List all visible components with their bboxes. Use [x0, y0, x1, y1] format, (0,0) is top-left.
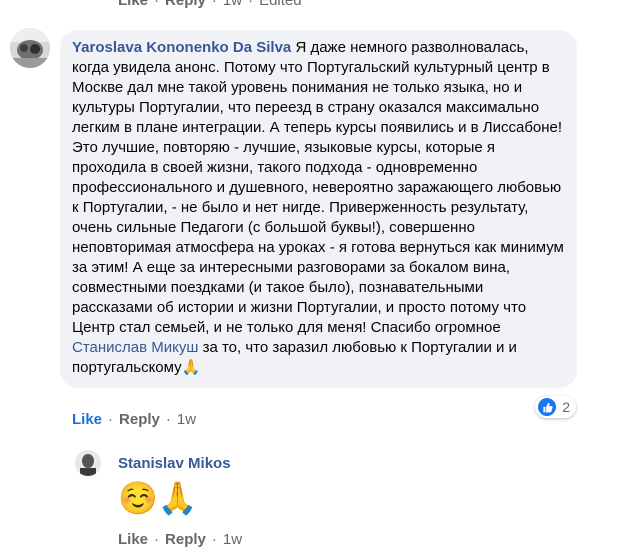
mention-link[interactable]: Станислав Микуш: [72, 339, 198, 356]
reaction-count-pill[interactable]: 2: [535, 396, 576, 418]
timestamp[interactable]: 1w: [177, 411, 196, 428]
comment-author-link[interactable]: Yaroslava Kononenko Da Silva: [72, 39, 291, 56]
like-link[interactable]: Like: [118, 531, 148, 548]
reaction-count: 2: [562, 399, 570, 415]
user-photo-icon: [10, 28, 50, 68]
reply-avatar[interactable]: [75, 450, 101, 476]
separator-dot: ·: [211, 531, 217, 548]
reply-link[interactable]: Reply: [165, 531, 206, 548]
comment-actions: Like · Reply · 1w: [72, 411, 196, 428]
separator-dot: ·: [154, 531, 160, 548]
top-comment-actions: Like · Reply · 1w · Edited: [118, 0, 302, 9]
thumbs-up-icon: [538, 398, 557, 416]
reply-actions: Like · Reply · 1w: [118, 531, 242, 548]
like-link[interactable]: Like: [72, 411, 102, 428]
timestamp[interactable]: 1w: [223, 531, 242, 548]
separator-dot: ·: [108, 411, 114, 428]
reply-link[interactable]: Reply: [165, 0, 206, 9]
separator-dot: ·: [248, 0, 254, 9]
separator-dot: ·: [211, 0, 217, 9]
separator-dot: ·: [154, 0, 160, 9]
user-photo-icon: [75, 450, 101, 476]
reply-emoji-content: ☺️🙏: [118, 480, 198, 516]
edited-label[interactable]: Edited: [259, 0, 302, 9]
timestamp[interactable]: 1w: [223, 0, 242, 9]
comment-text-part1: Я даже немного разволновалась, когда уви…: [72, 39, 564, 336]
reply-author-link[interactable]: Stanislav Mikos: [118, 455, 231, 472]
reply-link[interactable]: Reply: [119, 411, 160, 428]
separator-dot: ·: [165, 411, 171, 428]
comment-bubble: Yaroslava Kononenko Da Silva Я даже немн…: [60, 30, 577, 388]
avatar[interactable]: [10, 28, 50, 68]
like-link[interactable]: Like: [118, 0, 148, 9]
